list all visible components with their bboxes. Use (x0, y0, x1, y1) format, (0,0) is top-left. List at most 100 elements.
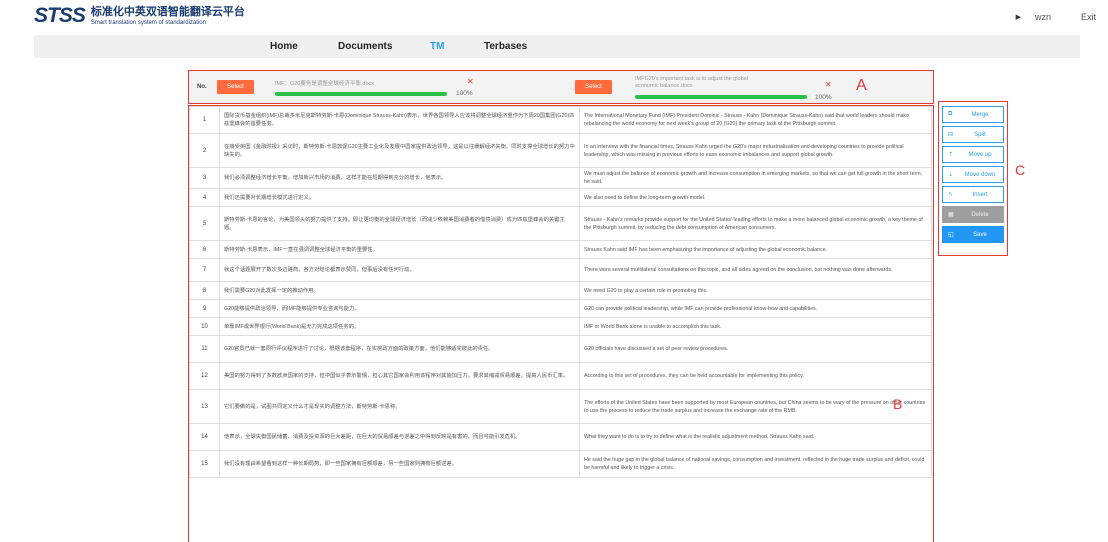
delete-button[interactable]: ▦ Delete (942, 206, 1004, 223)
target-segment[interactable]: Strauss Kahn said IMF has been emphasizi… (579, 240, 932, 259)
table-row[interactable]: 10 单靠IMF或世界银行(World Bank)是无力完成这项任务的。 IMF o… (189, 317, 932, 336)
source-segment[interactable]: 就这个话题展开了数次多边磋商，各方对结论都表示赞同，但事后没有任何行动。 (219, 258, 580, 282)
source-progress-text: 100% (456, 90, 473, 97)
table-row[interactable]: 14 他表示，全球失衡国民储蓄、消费及投资源的巨大差距，在巨大的贸易顺差与逆差之中… (189, 423, 932, 451)
user-menu-caret-icon[interactable]: ▶ (1016, 13, 1021, 21)
move-down-label: Move down (964, 171, 996, 178)
row-number[interactable]: 7 (189, 258, 220, 282)
table-row[interactable]: 3 我们必须调整经济增长平衡，增加新兴市场的消费，这样才能在短期得到充分的增长，他… (189, 167, 932, 189)
nav-terbases[interactable]: Terbases (484, 41, 527, 52)
source-segment[interactable]: 我们还需要对长期增长模式进行定义。 (219, 188, 580, 207)
move-down-button[interactable]: ⇣ Move down (942, 166, 1004, 183)
target-segment[interactable]: Strauss - Kahn's remarks provide support… (579, 206, 932, 241)
row-number[interactable]: 14 (189, 423, 220, 451)
table-row[interactable]: 4 我们还需要对长期增长模式进行定义。 We also need to define… (189, 188, 932, 207)
remove-target-icon[interactable]: ✕ (825, 80, 832, 89)
target-segment[interactable]: We also need to define the long-term gro… (579, 188, 932, 207)
nav-home[interactable]: Home (270, 41, 298, 52)
target-segment[interactable]: We need G20 to play a certain role in pr… (579, 281, 932, 300)
target-segment[interactable]: He said the huge gap in the global balan… (579, 450, 932, 478)
alignment-table-region: 1 国际货币基金组织(IMF)总裁多米尼克斯特劳斯-卡恩(Dominique St… (188, 105, 934, 542)
logo: STSS 标准化中英双语智能翻译云平台 Smart translation sy… (34, 4, 245, 28)
move-up-button[interactable]: ⇡ Move up (942, 146, 1004, 163)
target-progress-text: 100% (815, 94, 832, 101)
target-segment[interactable]: What they want to do is to try to define… (579, 423, 932, 451)
source-segment[interactable]: 在接受英国《金融时报》采访时，斯特劳斯-卡恩敦促G20主要工业化及发展中国家提供… (219, 133, 580, 168)
row-number[interactable]: 11 (189, 335, 220, 363)
insert-label: Insert (972, 191, 988, 198)
file-selection-bar: No. Select IMF：G20要务是调整全球经济平衡.docx ✕ 100… (188, 70, 934, 104)
move-up-label: Move up (968, 151, 992, 158)
table-row[interactable]: 12 美国的努力得到了多数欧洲国家的支持，但中国似乎表示警惕，担心其它国家会利用该… (189, 362, 932, 390)
source-segment[interactable]: 斯特劳斯-卡恩的言论，为美国领头的努力提供了支持，即让更均衡的全球经济增长（而减… (219, 206, 580, 241)
table-row[interactable]: 7 就这个话题展开了数次多边磋商，各方对结论都表示赞同，但事后没有任何行动。 The… (189, 258, 932, 282)
annotation-b: B (893, 396, 903, 412)
target-segment[interactable]: The efforts of the United States have be… (579, 389, 932, 424)
row-number[interactable]: 9 (189, 299, 220, 318)
annotation-c: C (1015, 162, 1026, 178)
row-number[interactable]: 12 (189, 362, 220, 390)
row-number[interactable]: 2 (189, 133, 220, 168)
row-number[interactable]: 1 (189, 106, 220, 134)
target-segment[interactable]: G20 can provide political leadership, wh… (579, 299, 932, 318)
target-segment[interactable]: There were several multilateral consulta… (579, 258, 932, 282)
source-file-name: IMF：G20要务是调整全球经济平衡.docx (275, 81, 375, 87)
row-number[interactable]: 6 (189, 240, 220, 259)
row-number[interactable]: 4 (189, 188, 220, 207)
source-segment[interactable]: 单靠IMF或世界银行(World Bank)是无力完成这项任务的。 (219, 317, 580, 336)
source-segment[interactable]: 他表示，全球失衡国民储蓄、消费及投资源的巨大差距，在巨大的贸易顺差与逆差之中得到… (219, 423, 580, 451)
table-row[interactable]: 2 在接受英国《金融时报》采访时，斯特劳斯-卡恩敦促G20主要工业化及发展中国家提… (189, 133, 932, 168)
source-segment[interactable]: G20官员已就一套同行评议程序进行了讨论，根据该套程序，在实施政方面的政策方面，… (219, 335, 580, 363)
annotation-a: A (856, 77, 867, 94)
username[interactable]: wzn (1035, 12, 1051, 22)
split-button[interactable]: ⊟ Split (942, 126, 1004, 143)
target-segment[interactable]: We must adjust the balance of economic g… (579, 167, 932, 189)
table-row[interactable]: 8 我们需要G20对此发挥一定的推动作用。 We need G20 to play … (189, 281, 932, 300)
main-nav: Home Documents TM Terbases (34, 35, 1080, 58)
table-row[interactable]: 13 它们要做的是，试图共同定义什么才是现实的调整方法，斯特劳斯-卡恩称。 The … (189, 389, 932, 424)
target-segment[interactable]: The International Monetary Fund (IMF) Pr… (579, 106, 932, 134)
no-column-header: No. (197, 84, 207, 90)
row-number[interactable]: 15 (189, 450, 220, 478)
row-number[interactable]: 3 (189, 167, 220, 189)
nav-tm[interactable]: TM (430, 41, 444, 52)
source-segment[interactable]: 美国的努力得到了多数欧洲国家的支持，但中国似乎表示警惕，担心其它国家会利用该程序… (219, 362, 580, 390)
source-segment[interactable]: 我们必须调整经济增长平衡，增加新兴市场的消费，这样才能在短期得到充分的增长，他表… (219, 167, 580, 189)
merge-button[interactable]: ⧉ Merge (942, 106, 1004, 123)
table-row[interactable]: 6 斯特劳斯-卡恩表示，IMF一直在强调调整全球经济平衡的重要性。 Strauss … (189, 240, 932, 259)
save-label: Save (973, 231, 987, 238)
source-segment[interactable]: 它们要做的是，试图共同定义什么才是现实的调整方法，斯特劳斯-卡恩称。 (219, 389, 580, 424)
row-number[interactable]: 8 (189, 281, 220, 300)
logo-mark: STSS (34, 4, 86, 27)
table-row[interactable]: 1 国际货币基金组织(IMF)总裁多米尼克斯特劳斯-卡恩(Dominique St… (189, 106, 932, 134)
source-segment[interactable]: G20能够提供政治领导，而IMF能够提供专业咨询与能力。 (219, 299, 580, 318)
source-segment[interactable]: 我们需要G20对此发挥一定的推动作用。 (219, 281, 580, 300)
target-progress-bar (635, 95, 807, 99)
table-row[interactable]: 9 G20能够提供政治领导，而IMF能够提供专业咨询与能力。 G20 can pro… (189, 299, 932, 318)
target-segment[interactable]: G20 officials have discussed a set of pe… (579, 335, 932, 363)
table-row[interactable]: 5 斯特劳斯-卡恩的言论，为美国领头的努力提供了支持，即让更均衡的全球经济增长（而… (189, 206, 932, 241)
action-panel: ⧉ Merge ⊟ Split ⇡ Move up ⇣ Move down ↖ Inser… (938, 101, 1008, 256)
row-number[interactable]: 13 (189, 389, 220, 424)
source-segment[interactable]: 我们没有理由希望看到这样一种长期局势，即一些国家拥有巨额顺差，另一些国家则拥有巨… (219, 450, 580, 478)
target-segment[interactable]: IMF or World Bank alone is unable to acc… (579, 317, 932, 336)
select-target-button[interactable]: Select (575, 80, 612, 94)
row-number[interactable]: 10 (189, 317, 220, 336)
source-segment[interactable]: 斯特劳斯-卡恩表示，IMF一直在强调调整全球经济平衡的重要性。 (219, 240, 580, 259)
row-number[interactable]: 5 (189, 206, 220, 241)
insert-button[interactable]: ↖ Insert (942, 186, 1004, 203)
table-row[interactable]: 15 我们没有理由希望看到这样一种长期局势，即一些国家拥有巨额顺差，另一些国家则拥… (189, 450, 932, 478)
table-row[interactable]: 11 G20官员已就一套同行评议程序进行了讨论，根据该套程序，在实施政方面的政策方… (189, 335, 932, 363)
remove-source-icon[interactable]: ✕ (467, 77, 474, 86)
select-source-button[interactable]: Select (217, 80, 254, 94)
alignment-table: 1 国际货币基金组织(IMF)总裁多米尼克斯特劳斯-卡恩(Dominique St… (189, 106, 932, 478)
nav-documents[interactable]: Documents (338, 41, 392, 52)
target-segment[interactable]: In an interview with the financial times… (579, 133, 932, 168)
save-button[interactable]: ◱ Save (942, 226, 1004, 243)
app-header: STSS 标准化中英双语智能翻译云平台 Smart translation sy… (0, 0, 1108, 30)
source-segment[interactable]: 国际货币基金组织(IMF)总裁多米尼克斯特劳斯-卡恩(Dominique Str… (219, 106, 580, 134)
target-segment[interactable]: According to this set of procedures, the… (579, 362, 932, 390)
source-progress-bar (275, 92, 447, 96)
exit-link[interactable]: Exit (1081, 12, 1096, 22)
delete-label: Delete (971, 211, 989, 218)
